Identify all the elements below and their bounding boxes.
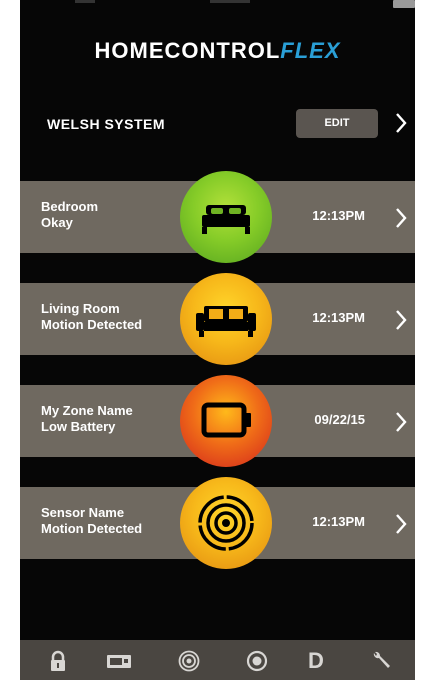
bed-icon [202, 205, 250, 234]
signal-indicator [75, 0, 95, 3]
zone-time: 12:13PM [312, 310, 365, 325]
d-logo-label: D [308, 648, 324, 673]
chevron-right-icon[interactable] [394, 513, 408, 535]
status-bar [20, 0, 415, 10]
chevron-right-icon[interactable] [394, 411, 408, 433]
chevron-right-icon[interactable] [394, 309, 408, 331]
zone-status: Motion Detected [41, 317, 143, 332]
zone-row-my-zone[interactable]: My Zone Name Low Battery 09/22/15 [20, 375, 415, 467]
clock-icon[interactable] [246, 650, 268, 672]
edit-button[interactable]: EDIT [296, 109, 378, 138]
chevron-right-icon[interactable] [394, 207, 408, 229]
d-logo-icon[interactable]: D [308, 650, 330, 672]
status-time [210, 0, 250, 3]
lock-icon[interactable] [47, 650, 69, 672]
zone-label: Living Room Motion Detected [41, 301, 142, 333]
zone-name: My Zone Name [41, 403, 133, 418]
app-title: HOMECONTROLFLEX [20, 38, 415, 64]
wrench-icon[interactable] [370, 650, 392, 672]
phone-screen: HOMECONTROLFLEX WELSH SYSTEM EDIT Bedroo… [20, 0, 415, 680]
zone-status-circle [180, 477, 272, 569]
zone-row-sensor[interactable]: Sensor Name Motion Detected 12:13PM [20, 477, 415, 569]
zone-label: Sensor Name Motion Detected [41, 505, 142, 537]
battery-icon [201, 402, 251, 438]
app-title-accent: FLEX [280, 38, 341, 63]
zone-name: Bedroom [41, 199, 99, 214]
zone-name: Living Room [41, 301, 120, 316]
camera-icon[interactable] [106, 650, 132, 672]
zone-time: 12:13PM [312, 208, 365, 223]
zone-status: Okay [41, 215, 73, 230]
sensor-icon[interactable] [178, 650, 200, 672]
zone-status: Low Battery [41, 419, 116, 434]
system-header[interactable]: WELSH SYSTEM EDIT [20, 104, 415, 144]
zone-name: Sensor Name [41, 505, 125, 520]
zone-label: Bedroom Okay [41, 199, 98, 231]
zone-time: 09/22/15 [314, 412, 365, 427]
zone-row-living-room[interactable]: Living Room Motion Detected 12:13PM [20, 273, 415, 365]
zone-status-circle [180, 273, 272, 365]
zone-row-bedroom[interactable]: Bedroom Okay 12:13PM [20, 171, 415, 263]
target-icon [198, 495, 254, 551]
zone-time: 12:13PM [312, 514, 365, 529]
zone-status-circle [180, 375, 272, 467]
zone-status: Motion Detected [41, 521, 143, 536]
chevron-right-icon[interactable] [394, 112, 408, 134]
battery-status-icon [393, 0, 415, 8]
bottom-tab-bar: D [20, 640, 415, 680]
zone-status-circle [180, 171, 272, 263]
zone-label: My Zone Name Low Battery [41, 403, 133, 435]
system-name: WELSH SYSTEM [47, 116, 166, 132]
sofa-icon [196, 306, 256, 337]
app-title-main: HOMECONTROL [94, 38, 281, 63]
